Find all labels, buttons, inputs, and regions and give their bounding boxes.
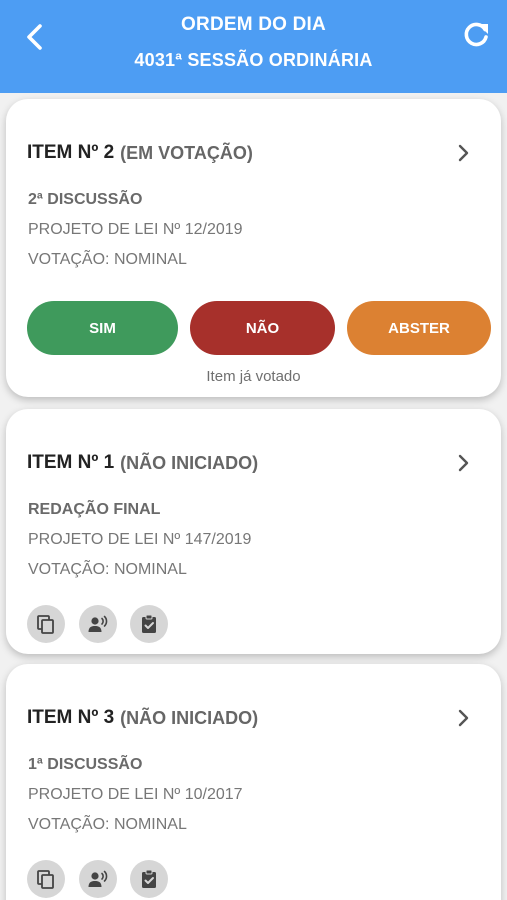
item-status: (NÃO INICIADO) [120,452,259,473]
item-number: ITEM Nº 2 [27,142,115,163]
speak-button[interactable] [79,605,117,643]
top-bar: ORDEM DO DIA 4031ª SESSÃO ORDINÁRIA [0,0,507,93]
copy-button[interactable] [27,605,65,643]
item-header: ITEM Nº 1 (NÃO INICIADO) [27,448,481,478]
item-project: PROJETO DE LEI Nº 10/2017 [28,786,243,803]
speaker-icon [88,870,108,887]
item-status: (EM VOTAÇÃO) [120,142,253,163]
refresh-button[interactable] [459,18,493,52]
speaker-icon [88,615,108,632]
item-phase: 1ª DISCUSSÃO [28,756,143,773]
vote-yes-button[interactable]: SIM [27,301,178,355]
copy-button[interactable] [27,860,65,898]
session-subtitle: 4031ª SESSÃO ORDINÁRIA [134,50,373,70]
agenda-item-card[interactable]: ITEM Nº 1 (NÃO INICIADO) REDAÇÃO FINAL P… [6,409,501,654]
speak-button[interactable] [79,860,117,898]
clipboard-check-icon [142,614,156,633]
item-project: PROJETO DE LEI Nº 12/2019 [28,221,243,238]
item-number: ITEM Nº 1 [27,452,115,473]
item-voting-type: VOTAÇÃO: NOMINAL [28,251,187,268]
item-voting-type: VOTAÇÃO: NOMINAL [28,561,187,578]
item-voting-type: VOTAÇÃO: NOMINAL [28,816,187,833]
clipboard-check-icon [142,869,156,888]
item-project: PROJETO DE LEI Nº 147/2019 [28,531,252,548]
item-status: (NÃO INICIADO) [120,707,259,728]
checklist-button[interactable] [130,605,168,643]
copy-icon [37,615,54,634]
chevron-right-icon[interactable] [457,709,469,732]
vote-no-button[interactable]: NÃO [190,301,335,355]
item-header: ITEM Nº 3 (NÃO INICIADO) [27,703,481,733]
copy-icon [37,870,54,889]
abstain-button[interactable]: ABSTER [347,301,491,355]
chevron-right-icon[interactable] [457,454,469,477]
item-header: ITEM Nº 2 (EM VOTAÇÃO) [27,138,481,168]
agenda-item-card[interactable]: ITEM Nº 2 (EM VOTAÇÃO) 2ª DISCUSSÃO PROJ… [6,99,501,397]
voted-note: Item já votado [206,368,301,385]
item-phase: 2ª DISCUSSÃO [28,191,143,208]
refresh-icon [464,22,488,47]
chevron-right-icon[interactable] [457,144,469,167]
item-number: ITEM Nº 3 [27,707,115,728]
page-title: ORDEM DO DIA [181,14,326,35]
item-phase: REDAÇÃO FINAL [28,501,161,518]
agenda-item-card[interactable]: ITEM Nº 3 (NÃO INICIADO) 1ª DISCUSSÃO PR… [6,664,501,900]
checklist-button[interactable] [130,860,168,898]
